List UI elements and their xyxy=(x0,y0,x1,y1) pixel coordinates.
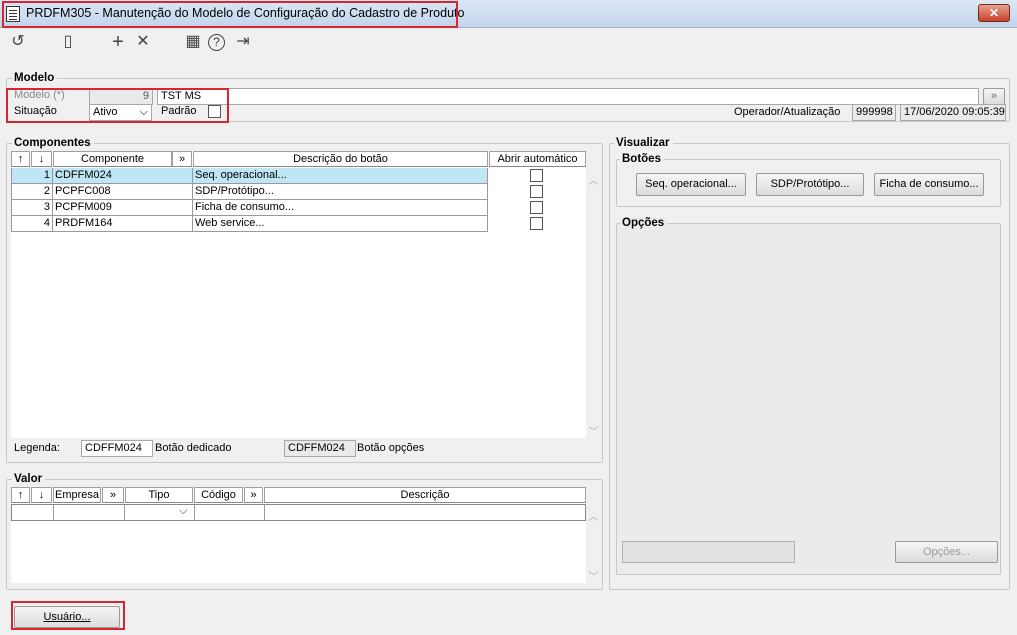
modelo-description-field[interactable]: TST MS xyxy=(157,88,979,105)
opcoes-legend: Opções xyxy=(620,217,668,229)
row-descricao[interactable]: Seq. operacional... xyxy=(193,168,488,184)
cell-divider xyxy=(264,505,265,520)
row-descricao[interactable]: Ficha de consumo... xyxy=(193,200,488,216)
row-number: 1 xyxy=(11,168,53,184)
grid-left-border xyxy=(11,168,12,232)
opcoes-button[interactable]: Opções... xyxy=(895,541,998,563)
legenda-opcoes-label: Botão opções xyxy=(357,442,425,454)
scroll-up-icon[interactable]: ︿ xyxy=(586,172,601,187)
table-row[interactable]: ⌵ xyxy=(11,504,586,521)
col-descricao[interactable]: Descrição xyxy=(264,487,586,503)
seq-operacional-button[interactable]: Seq. operacional... xyxy=(636,173,746,196)
componentes-legend: Componentes xyxy=(12,137,94,149)
lookup-button[interactable]: » xyxy=(983,88,1005,105)
scroll-down-icon[interactable]: ﹀ xyxy=(586,568,601,583)
botoes-legend: Botões xyxy=(620,153,664,165)
legenda-dedicado-label: Botão dedicado xyxy=(155,442,232,454)
ficha-consumo-button[interactable]: Ficha de consumo... xyxy=(874,173,984,196)
undo-icon[interactable]: ↺ xyxy=(8,32,28,52)
sort-down-button[interactable]: ↓ xyxy=(31,151,52,167)
col-codigo[interactable]: Código xyxy=(194,487,243,503)
cell-divider xyxy=(124,505,125,520)
abrir-checkbox[interactable] xyxy=(530,169,543,182)
legenda-label: Legenda: xyxy=(14,442,60,454)
operador-label: Operador/Atualização xyxy=(734,106,841,118)
col-more[interactable]: » xyxy=(244,487,263,503)
visualizar-legend: Visualizar xyxy=(614,137,673,149)
cell-divider xyxy=(194,505,195,520)
scroll-up-icon[interactable]: ︿ xyxy=(586,508,601,523)
abrir-checkbox[interactable] xyxy=(530,217,543,230)
row-number: 4 xyxy=(11,216,53,232)
sort-down-button[interactable]: ↓ xyxy=(31,487,52,503)
help-icon[interactable]: ? xyxy=(208,34,225,51)
row-componente[interactable]: PRDFM164 xyxy=(53,216,193,232)
opcoes-display xyxy=(622,541,795,563)
abrir-checkbox[interactable] xyxy=(530,201,543,214)
col-tipo[interactable]: Tipo xyxy=(125,487,193,503)
valor-scrollbar[interactable]: ︿ ﹀ xyxy=(586,504,601,583)
add-icon[interactable]: + xyxy=(108,32,128,52)
row-componente[interactable]: PCPFM009 xyxy=(53,200,193,216)
legenda-opcoes-field: CDFFM024 xyxy=(284,440,356,457)
atualizacao-field: 17/06/2020 09:05:39 xyxy=(900,104,1006,121)
col-more[interactable]: » xyxy=(102,487,124,503)
row-number: 3 xyxy=(11,200,53,216)
close-button[interactable]: ✕ xyxy=(978,4,1010,22)
highlight-title xyxy=(2,1,458,28)
opcoes-group xyxy=(616,223,1001,575)
scroll-down-icon[interactable]: ﹀ xyxy=(586,423,601,438)
row-number: 2 xyxy=(11,184,53,200)
col-abrir[interactable]: Abrir automático xyxy=(489,151,586,167)
highlight-modelo xyxy=(6,88,229,123)
calendar-icon[interactable]: ▦ xyxy=(183,32,203,52)
sdp-prototipo-button[interactable]: SDP/Protótipo... xyxy=(756,173,864,196)
col-empresa[interactable]: Empresa xyxy=(53,487,101,503)
abrir-checkbox[interactable] xyxy=(530,185,543,198)
row-descricao[interactable]: Web service... xyxy=(193,216,488,232)
componentes-scrollbar[interactable]: ︿ ﹀ xyxy=(586,168,601,438)
col-componente[interactable]: Componente xyxy=(53,151,172,167)
valor-legend: Valor xyxy=(12,473,46,485)
highlight-usuario xyxy=(11,601,125,630)
row-componente[interactable]: CDFFM024 xyxy=(53,168,193,184)
row-descricao[interactable]: SDP/Protótipo... xyxy=(193,184,488,200)
col-more[interactable]: » xyxy=(172,151,192,167)
sort-up-button[interactable]: ↑ xyxy=(11,151,30,167)
delete-icon[interactable]: ✕ xyxy=(133,32,153,52)
row-componente[interactable]: PCPFC008 xyxy=(53,184,193,200)
exit-icon[interactable]: ⇥ xyxy=(233,32,253,52)
operador-field: 999998 xyxy=(852,104,896,121)
legenda-dedicado-field: CDFFM024 xyxy=(81,440,153,457)
save-icon[interactable]: ▯ xyxy=(58,32,78,52)
chevron-down-icon[interactable]: ⌵ xyxy=(179,505,187,518)
sort-up-button[interactable]: ↑ xyxy=(11,487,30,503)
cell-divider xyxy=(53,505,54,520)
col-descricao[interactable]: Descrição do botão xyxy=(193,151,488,167)
modelo-legend: Modelo xyxy=(12,72,58,84)
